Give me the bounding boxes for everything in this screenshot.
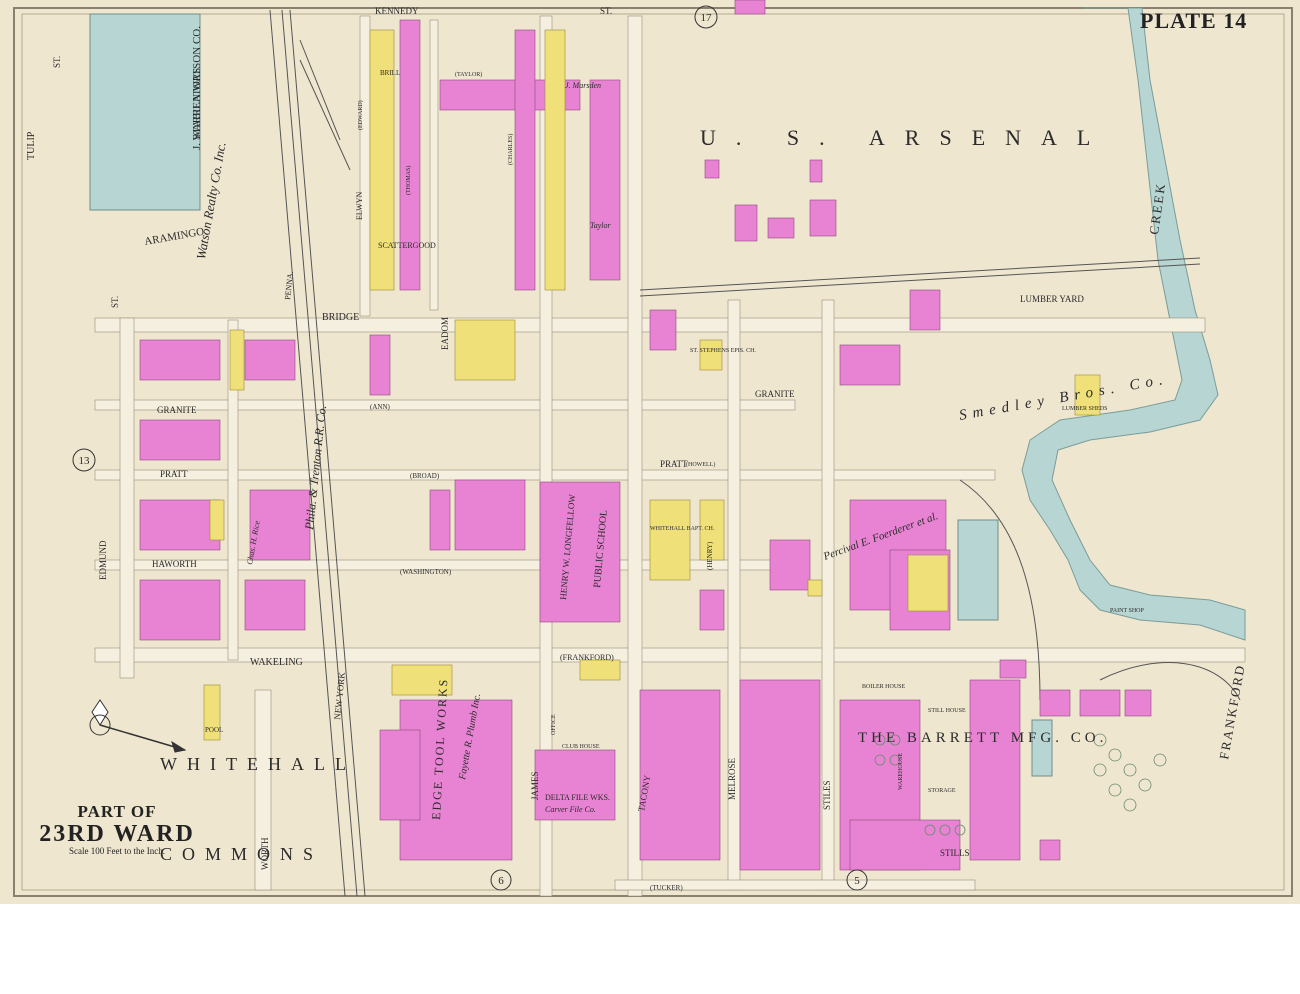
label-storage: STORAGE [928,788,956,794]
title-scale: Scale 100 Feet to the Inch. [69,846,165,856]
label-warehouse: WAREHOUSE [898,753,904,790]
warren-watson-building [89,13,201,211]
street-haworth: HAWORTH [152,559,197,569]
label-pool: POOL [205,726,223,734]
street-taylor: (TAYLOR) [455,71,482,78]
label-taylor: Taylor [590,221,611,230]
street-kennedy: KENNEDY [375,6,419,16]
street-howell: (HOWELL) [686,461,715,468]
label-us-arsenal: U. S. ARSENAL [700,125,1110,150]
label-office: OFFICE [551,714,557,735]
street-washington: (WASHINGTON) [400,568,452,576]
circled-13: 13 [79,455,91,467]
circled-17: 17 [701,12,713,24]
label-still-house: STILL HOUSE [928,708,966,714]
street-tulip-st: ST. [52,56,62,68]
label-stabilators: STABILATORS [191,68,203,140]
street-charles: (CHARLES) [507,134,514,165]
compass-rose [89,699,187,753]
street-worth: WORTH [260,837,270,870]
street-pratt-e: PRATT [660,459,688,469]
street-brill: BRILL [380,69,400,77]
label-lumber-yard: LUMBER YARD [1020,294,1084,304]
label-marsden: J. Marsden [565,81,601,90]
label-barrett: THE BARRETT MFG. CO. [858,730,1107,746]
street-melrose: MELROSE [727,757,737,800]
label-delta: DELTA FILE WKS. [545,793,610,802]
street-elwyn: ELWYN [355,191,364,220]
label-lumber-sheds: LUMBER SHEDS [1062,406,1108,412]
circled-6: 6 [498,875,504,887]
street-thomas: (THOMAS) [405,166,412,195]
street-granite-w: GRANITE [157,405,197,415]
atlas-map: 17 13 6 5 U. S. ARSENAL WHITEHALL COMMON… [13,0,1293,897]
label-boiler-house: BOILER HOUSE [862,684,906,690]
street-scattergood: SCATTERGOOD [378,241,436,250]
map-sheet: 17 13 6 5 U. S. ARSENAL WHITEHALL COMMON… [0,0,1300,904]
street-frankford-paren: (FRANKFORD) [560,653,614,662]
label-club-house: CLUB HOUSE [562,744,600,750]
street-tulip: TULIP [26,131,37,160]
title-line2: 23RD WARD [39,821,195,847]
label-whitehall-bapt: WHITEHALL BAPT. CH. [650,526,715,532]
street-edward: (EDWARD) [357,100,364,130]
circled-5: 5 [854,875,860,887]
title-block: PART OF 23RD WARD Scale 100 Feet to the … [22,802,212,856]
street-new-york: NEW YORK [332,671,347,720]
street-kennedy-st: ST. [600,6,612,16]
street-james: JAMES [530,771,540,800]
street-eadom: EADOM [440,317,450,350]
label-st-stephens: ST. STEPHENS EPIS. CH. [690,348,756,354]
street-bridge: BRIDGE [322,312,359,323]
title-line1: PART OF [77,802,157,821]
label-stills: STILLS [940,848,970,858]
street-tucker: (TUCKER) [650,884,683,892]
street-granite-e: GRANITE [755,389,795,399]
street-edmund: EDMUND [98,540,108,580]
street-ann: (ANN) [370,403,390,411]
street-penna: PENNA. [283,271,295,300]
street-henry: (HENRY) [706,541,714,570]
street-aramingo-st: ST. [110,296,120,308]
street-wakeling: WAKELING [250,657,303,668]
label-whitehall: WHITEHALL [160,754,356,774]
street-broad: (BROAD) [410,472,440,480]
plate-title: PLATE 14 [1140,8,1248,33]
label-paint-shop: PAINT SHOP [1110,608,1145,614]
bottom-margin [0,904,1300,994]
street-pratt-w: PRATT [160,469,188,479]
label-carver: Carver File Co. [545,805,596,814]
street-stiles: STILES [822,780,832,810]
